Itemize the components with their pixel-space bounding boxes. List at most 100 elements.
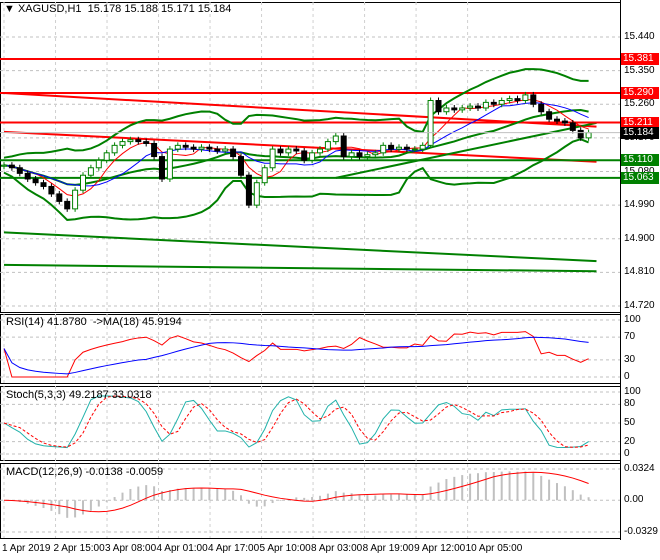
price-level-badge: 15.063 <box>621 171 659 184</box>
candle-body <box>364 154 371 158</box>
candle-body <box>32 178 39 184</box>
price-level-badge: 15.110 <box>621 154 659 167</box>
candle-body <box>222 148 229 152</box>
candle-body <box>569 122 576 131</box>
symbol-label: XAGUSD,H1 <box>17 3 82 15</box>
candle-body <box>475 105 481 109</box>
candle-body <box>64 200 71 210</box>
candle-body <box>8 164 15 169</box>
candle-body <box>372 152 379 156</box>
candle-body <box>135 139 142 143</box>
candle-body <box>554 118 560 122</box>
candle-body <box>585 132 592 139</box>
candle-body <box>56 193 63 202</box>
candle-body <box>151 142 158 158</box>
candle-body <box>87 167 94 176</box>
candle-body <box>506 98 513 102</box>
candle-body <box>198 146 205 150</box>
price-level-badge: 15.381 <box>621 53 659 66</box>
candle-body <box>1 164 7 167</box>
candle-body <box>40 182 47 187</box>
candle-body <box>577 129 584 139</box>
candle-body <box>301 150 308 161</box>
indicator-tick-label: 0.00 <box>624 494 644 506</box>
price-tick-label: 15.440 <box>624 31 655 42</box>
indicator-tick-label: 0.0324 <box>624 463 655 474</box>
candle-body <box>166 148 173 180</box>
candle-body <box>206 146 213 150</box>
rsi-ma-line <box>3 336 589 375</box>
candle-body <box>546 111 553 120</box>
candle-body <box>396 146 402 150</box>
current-price-badge: 15.184 <box>621 126 659 139</box>
candle-body <box>119 141 126 146</box>
time-label: 5 Apr 10:00 <box>259 543 311 554</box>
candle-body <box>411 148 418 151</box>
candle-body <box>490 101 497 105</box>
price-tick-label: 15.350 <box>624 64 655 76</box>
candle-body <box>143 141 150 144</box>
indicator-tick-label: 0 <box>624 371 630 382</box>
candle-body <box>24 172 31 180</box>
time-label: 2 Apr 15:00 <box>53 543 105 554</box>
price-level-badge: 15.290 <box>621 87 659 100</box>
candle-body <box>514 98 521 102</box>
time-label: 8 Apr 03:00 <box>311 543 363 554</box>
candle-body <box>230 148 237 158</box>
price-tick-label: 14.810 <box>624 266 655 278</box>
indicator-tick-label: 50 <box>624 417 636 428</box>
candle-body <box>498 100 505 105</box>
candle-body <box>127 139 134 143</box>
candle-body <box>340 135 347 158</box>
candle-body <box>332 135 339 143</box>
candle-body <box>380 144 387 154</box>
candle-body <box>111 144 118 154</box>
candle-body <box>182 144 189 148</box>
candle-body <box>48 185 55 195</box>
indicator-tick-label: 80 <box>624 398 636 410</box>
candle-body <box>451 107 458 111</box>
indicator-tick-label: 0 <box>624 448 630 459</box>
stoch-k-line <box>3 395 589 449</box>
candle-body <box>293 148 300 152</box>
price-tick-label: 15.260 <box>624 98 655 110</box>
time-label: 4 Apr 17:00 <box>208 543 260 554</box>
stoch-d-line <box>3 395 589 448</box>
ohlc-readout: 15.178 15.188 15.171 15.184 <box>87 3 232 15</box>
candle-body <box>435 100 442 113</box>
candle-body <box>159 156 165 180</box>
rsi-line <box>3 331 589 378</box>
indicator-tick-label: 100 <box>624 386 641 397</box>
trendline <box>3 231 597 263</box>
candle-body <box>103 152 110 161</box>
candle-body <box>538 103 545 113</box>
candle-body <box>174 144 181 150</box>
candle-body <box>190 146 197 150</box>
time-label: 8 Apr 19:00 <box>362 543 414 554</box>
candle-body <box>317 148 323 154</box>
candle-body <box>356 152 363 158</box>
candle-body <box>214 148 221 152</box>
dropdown-arrow-icon[interactable]: ▼ <box>4 3 18 15</box>
chart-header: ▼ XAGUSD,H1 15.178 15.188 15.171 15.184 <box>4 3 231 15</box>
candle-body <box>238 156 244 176</box>
candle-body <box>482 101 489 109</box>
candle-body <box>95 159 102 169</box>
candle-body <box>309 152 316 161</box>
candle-body <box>459 107 466 111</box>
candle-body <box>324 141 331 150</box>
bollinger-upper <box>3 68 589 159</box>
candle-body <box>16 167 23 174</box>
candle-body <box>72 189 79 210</box>
candle-body <box>348 152 355 158</box>
candle-body <box>261 167 268 184</box>
candle-body <box>419 144 426 150</box>
time-label: 3 Apr 08:00 <box>105 543 157 554</box>
candle-body <box>522 94 529 102</box>
time-label: 9 Apr 12:00 <box>414 543 466 554</box>
trendline <box>3 263 597 273</box>
indicator-tick-label: 20 <box>624 435 636 447</box>
candle-body <box>443 107 450 113</box>
time-label: 10 Apr 05:00 <box>465 543 523 554</box>
rsi-label: RSI(14) 41.8780 ->MA(18) 45.9194 <box>6 316 182 328</box>
